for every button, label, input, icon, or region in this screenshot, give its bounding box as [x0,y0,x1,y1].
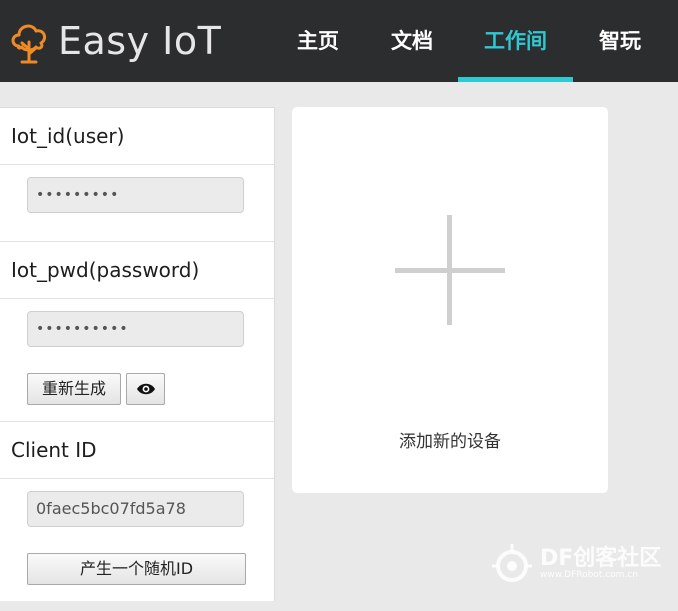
nav-item-home[interactable]: 主页 [270,0,366,82]
add-device-label: 添加新的设备 [399,432,501,452]
brand[interactable]: Easy IoT [8,14,221,68]
nav-item-docs[interactable]: 文档 [366,0,458,82]
robot-logo-icon [492,544,532,582]
watermark-title: DF创客社区 [540,546,662,571]
password-section: •••••••••• 重新生成 [0,299,274,422]
password-title: Iot_pwd(password) [0,242,274,299]
add-device-card[interactable]: 添加新的设备 [292,107,608,493]
credentials-panel: Iot_id(user) ••••••••• Iot_pwd(password)… [0,107,275,601]
nav-item-smart-play[interactable]: 智玩 [573,0,667,82]
show-password-button[interactable] [126,373,165,405]
cloud-tree-icon [11,24,47,64]
nav-item-workspace[interactable]: 工作间 [458,0,573,82]
client-id-field[interactable]: 0faec5bc07fd5a78 [27,491,244,527]
top-header: Easy IoT 主页 文档 工作间 智玩 [0,0,678,82]
plus-icon-horizontal [395,268,505,273]
generate-random-id-button[interactable]: 产生一个随机ID [27,553,246,585]
password-actions: 重新生成 [27,373,274,405]
user-section: ••••••••• [0,165,274,242]
main-nav: 主页 文档 工作间 智玩 [270,0,667,82]
watermark: DF创客社区 www.DFRobot.com.cn [488,536,678,592]
password-field[interactable]: •••••••••• [27,311,244,347]
client-id-section: 0faec5bc07fd5a78 产生一个随机ID [0,479,274,611]
eye-icon [137,383,155,395]
regenerate-button[interactable]: 重新生成 [27,373,121,405]
client-id-title: Client ID [0,422,274,479]
user-id-field[interactable]: ••••••••• [27,177,244,213]
watermark-url: www.DFRobot.com.cn [540,570,638,580]
user-title: Iot_id(user) [0,108,274,165]
brand-name: Easy IoT [58,19,222,63]
